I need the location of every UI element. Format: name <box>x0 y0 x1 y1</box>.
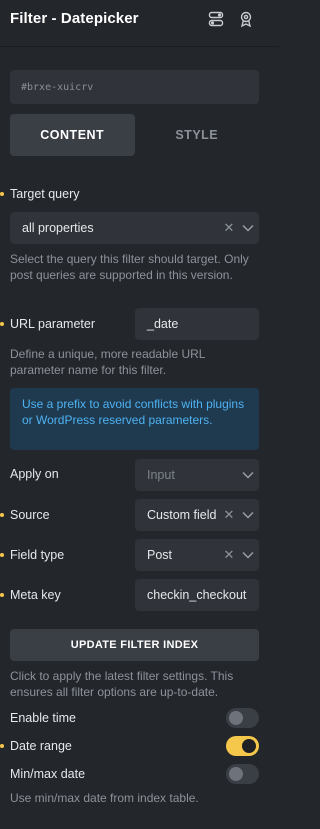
date-range-toggle[interactable] <box>226 736 259 756</box>
enable-time-toggle[interactable] <box>226 708 259 728</box>
url-parameter-description: Define a unique, more readable URL param… <box>10 347 206 377</box>
chevron-down-icon <box>237 471 259 479</box>
enable-time-label: Enable time <box>10 711 77 725</box>
min-max-date-toggle[interactable] <box>226 764 259 784</box>
clear-icon[interactable]: ✕ <box>221 507 237 523</box>
target-query-label: Target query <box>10 187 80 201</box>
clear-icon[interactable]: ✕ <box>221 547 237 563</box>
modified-indicator <box>0 593 4 597</box>
panel-tabs: CONTENT STYLE <box>10 114 259 156</box>
chevron-down-icon <box>237 511 259 519</box>
apply-on-placeholder: Input <box>147 468 175 482</box>
header-divider <box>0 46 279 47</box>
toggle-knob <box>229 711 243 725</box>
date-range-label: Date range <box>10 739 72 753</box>
tab-content[interactable]: CONTENT <box>10 114 135 156</box>
prefix-notice: Use a prefix to avoid conflicts with plu… <box>10 388 259 450</box>
field-type-value: Post <box>147 548 173 562</box>
update-filter-index-button[interactable]: UPDATE FILTER INDEX <box>10 629 259 661</box>
modified-indicator <box>0 322 4 326</box>
layout-toggle-icon[interactable] <box>207 10 225 28</box>
chevron-down-icon <box>237 551 259 559</box>
target-query-select[interactable]: all properties ✕ <box>10 212 259 244</box>
apply-on-label: Apply on <box>10 467 59 481</box>
meta-key-input[interactable]: checkin_checkout <box>135 579 259 611</box>
min-max-date-description: Use min/max date from index table. <box>10 791 199 805</box>
modified-indicator <box>0 553 4 557</box>
apply-on-select[interactable]: Input <box>135 459 259 491</box>
url-parameter-label: URL parameter <box>10 317 95 331</box>
modified-indicator <box>0 513 4 517</box>
toggle-knob <box>229 767 243 781</box>
url-parameter-input[interactable]: _date <box>135 308 259 340</box>
clear-icon[interactable]: ✕ <box>221 220 237 236</box>
meta-key-label: Meta key <box>10 588 61 602</box>
min-max-date-label: Min/max date <box>10 767 86 781</box>
modified-indicator <box>0 744 4 748</box>
field-type-select[interactable]: Post ✕ <box>135 539 259 571</box>
element-id-field[interactable]: #brxe-xuicrv <box>10 70 259 104</box>
update-filter-description: Click to apply the latest filter setting… <box>10 669 234 699</box>
field-type-label: Field type <box>10 548 65 562</box>
chevron-down-icon <box>237 224 259 232</box>
header-actions <box>207 10 255 28</box>
target-query-description: Select the query this filter should targ… <box>10 252 249 282</box>
modified-indicator <box>0 192 4 196</box>
badge-icon[interactable] <box>237 10 255 28</box>
target-query-value: all properties <box>22 221 94 235</box>
panel-title: Filter - Datepicker <box>10 10 139 27</box>
source-value: Custom field <box>147 508 217 522</box>
tab-style[interactable]: STYLE <box>135 114 260 156</box>
toggle-knob <box>242 739 256 753</box>
source-label: Source <box>10 508 50 522</box>
source-select[interactable]: Custom field ✕ <box>135 499 259 531</box>
